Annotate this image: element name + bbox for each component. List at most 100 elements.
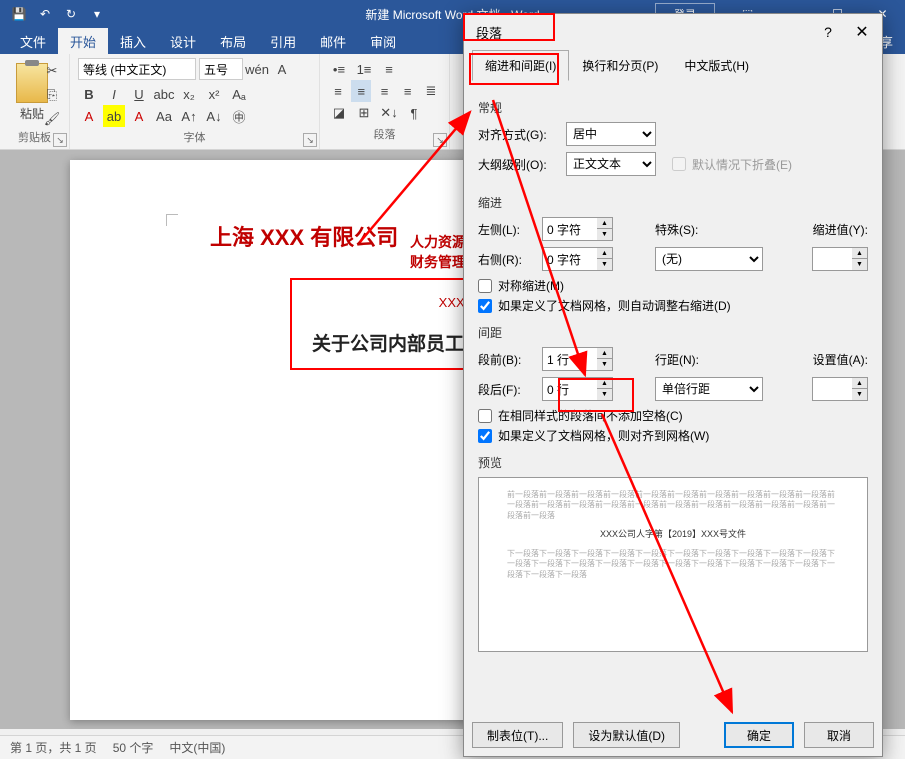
dialog-help-icon[interactable]: ? (818, 22, 838, 42)
no-space-checkbox[interactable] (478, 409, 492, 423)
right-indent-up[interactable]: ▲ (597, 248, 612, 259)
format-painter-icon[interactable]: 🖌 (41, 108, 63, 130)
left-indent-up[interactable]: ▲ (597, 218, 612, 229)
distribute-icon[interactable]: ≣ (421, 80, 441, 102)
line-spacing-select[interactable]: 单倍行距 (655, 377, 763, 401)
before-down[interactable]: ▼ (597, 359, 612, 370)
shading-icon[interactable]: ◪ (328, 102, 350, 124)
indent-val-down[interactable]: ▼ (852, 259, 867, 270)
preview-gray-before: 前一段落前一段落前一段落前一段落前一段落前一段落前一段落前一段落前一段落前一段落… (507, 490, 839, 521)
left-indent-down[interactable]: ▼ (597, 229, 612, 240)
label-indent-val: 缩进值(Y): (812, 221, 868, 238)
after-input[interactable] (542, 377, 597, 401)
font-name-input[interactable] (78, 58, 196, 80)
multilevel-list-icon[interactable]: ≡ (378, 58, 400, 80)
ok-button[interactable]: 确定 (724, 722, 794, 748)
highlight-icon[interactable]: ab (103, 105, 125, 127)
strikethrough-icon[interactable]: abc (153, 83, 175, 105)
indent-val-up[interactable]: ▲ (852, 248, 867, 259)
align-left-icon[interactable]: ≡ (328, 80, 348, 102)
before-input[interactable] (542, 347, 597, 371)
menu-layout[interactable]: 布局 (208, 28, 258, 55)
font-size-input[interactable] (199, 58, 243, 80)
menu-home[interactable]: 开始 (58, 28, 108, 55)
font-group-label: 字体 (78, 127, 311, 145)
setting-up[interactable]: ▲ (852, 378, 867, 389)
label-special: 特殊(S): (655, 221, 711, 238)
preview-gray-after: 下一段落下一段落下一段落下一段落下一段落下一段落下一段落下一段落下一段落下一段落… (507, 549, 839, 580)
dialog-close-icon[interactable]: ✕ (852, 22, 872, 42)
tab-line-page[interactable]: 换行和分页(P) (569, 50, 671, 81)
status-words[interactable]: 50 个字 (113, 739, 154, 756)
shrink-font-icon[interactable]: A↓ (203, 105, 225, 127)
align-right-icon[interactable]: ≡ (374, 80, 394, 102)
status-lang[interactable]: 中文(中国) (169, 739, 225, 756)
clipboard-expand-icon[interactable]: ↘ (53, 133, 67, 147)
ribbon-group-clipboard: 粘贴 ✂ ⎘ 🖌 剪贴板 ↘ (0, 54, 70, 149)
change-case-icon[interactable]: Aa (153, 105, 175, 127)
border-icon[interactable]: ⊞ (353, 102, 375, 124)
tab-cn-layout[interactable]: 中文版式(H) (671, 50, 762, 81)
grid-indent-checkbox[interactable] (478, 299, 492, 313)
grow-font-icon[interactable]: A↑ (178, 105, 200, 127)
font-effects-icon[interactable]: A (78, 105, 100, 127)
bold-icon[interactable]: B (78, 83, 100, 105)
char-shading-icon[interactable]: Aₐ (228, 83, 250, 105)
number-list-icon[interactable]: 1≡ (353, 58, 375, 80)
status-page[interactable]: 第 1 页，共 1 页 (10, 739, 97, 756)
after-up[interactable]: ▲ (597, 378, 612, 389)
tab-indent-spacing[interactable]: 缩进和间距(I) (472, 50, 569, 81)
superscript-icon[interactable]: x² (203, 83, 225, 105)
cancel-button[interactable]: 取消 (804, 722, 874, 748)
menu-file[interactable]: 文件 (8, 28, 58, 55)
menu-review[interactable]: 审阅 (358, 28, 408, 55)
after-down[interactable]: ▼ (597, 389, 612, 400)
collapse-label: 默认情况下折叠(E) (692, 156, 792, 173)
mirror-checkbox[interactable] (478, 279, 492, 293)
setting-down[interactable]: ▼ (852, 389, 867, 400)
dialog-button-row: 制表位(T)... 设为默认值(D) 确定 取消 (472, 722, 874, 748)
subscript-icon[interactable]: x₂ (178, 83, 200, 105)
indent-val-input[interactable] (812, 247, 852, 271)
collapse-checkbox[interactable] (672, 157, 686, 171)
label-outline: 大纲级别(O): (478, 156, 558, 173)
sort-icon[interactable]: ✕↓ (378, 102, 400, 124)
underline-icon[interactable]: U (128, 83, 150, 105)
left-indent-input[interactable] (542, 217, 597, 241)
menu-references[interactable]: 引用 (258, 28, 308, 55)
margin-mark (166, 214, 178, 226)
align-center-icon[interactable]: ≡ (351, 80, 371, 102)
menu-insert[interactable]: 插入 (108, 28, 158, 55)
grid-align-checkbox[interactable] (478, 429, 492, 443)
setting-input[interactable] (812, 377, 852, 401)
align-justify-icon[interactable]: ≡ (398, 80, 418, 102)
alignment-select[interactable]: 居中 (566, 122, 656, 146)
right-indent-input[interactable] (542, 247, 597, 271)
special-select[interactable]: (无) (655, 247, 763, 271)
show-marks-icon[interactable]: ¶ (403, 102, 425, 124)
set-default-button[interactable]: 设为默认值(D) (573, 722, 680, 748)
save-icon[interactable]: 💾 (8, 3, 30, 25)
menu-mail[interactable]: 邮件 (308, 28, 358, 55)
qat-more-icon[interactable]: ▾ (86, 3, 108, 25)
outline-select[interactable]: 正文文本 (566, 152, 656, 176)
undo-icon[interactable]: ↶ (34, 3, 56, 25)
copy-icon[interactable]: ⎘ (41, 84, 63, 106)
bullet-list-icon[interactable]: •≡ (328, 58, 350, 80)
italic-icon[interactable]: I (103, 83, 125, 105)
right-indent-down[interactable]: ▼ (597, 259, 612, 270)
no-space-label: 在相同样式的段落间不添加空格(C) (498, 407, 683, 424)
section-preview: 预览 (478, 454, 868, 471)
redo-icon[interactable]: ↻ (60, 3, 82, 25)
enclose-char-icon[interactable]: ㊥ (228, 105, 250, 127)
font-expand-icon[interactable]: ↘ (303, 133, 317, 147)
phonetic-guide-icon[interactable]: wén (246, 58, 268, 80)
tabs-button[interactable]: 制表位(T)... (472, 722, 563, 748)
before-up[interactable]: ▲ (597, 348, 612, 359)
char-border-icon[interactable]: A (271, 58, 293, 80)
font-color-icon[interactable]: A (128, 105, 150, 127)
paragraph-expand-icon[interactable]: ↘ (433, 133, 447, 147)
menu-design[interactable]: 设计 (158, 28, 208, 55)
cut-icon[interactable]: ✂ (41, 60, 63, 82)
dialog-titlebar: 段落 ? ✕ (464, 14, 882, 50)
